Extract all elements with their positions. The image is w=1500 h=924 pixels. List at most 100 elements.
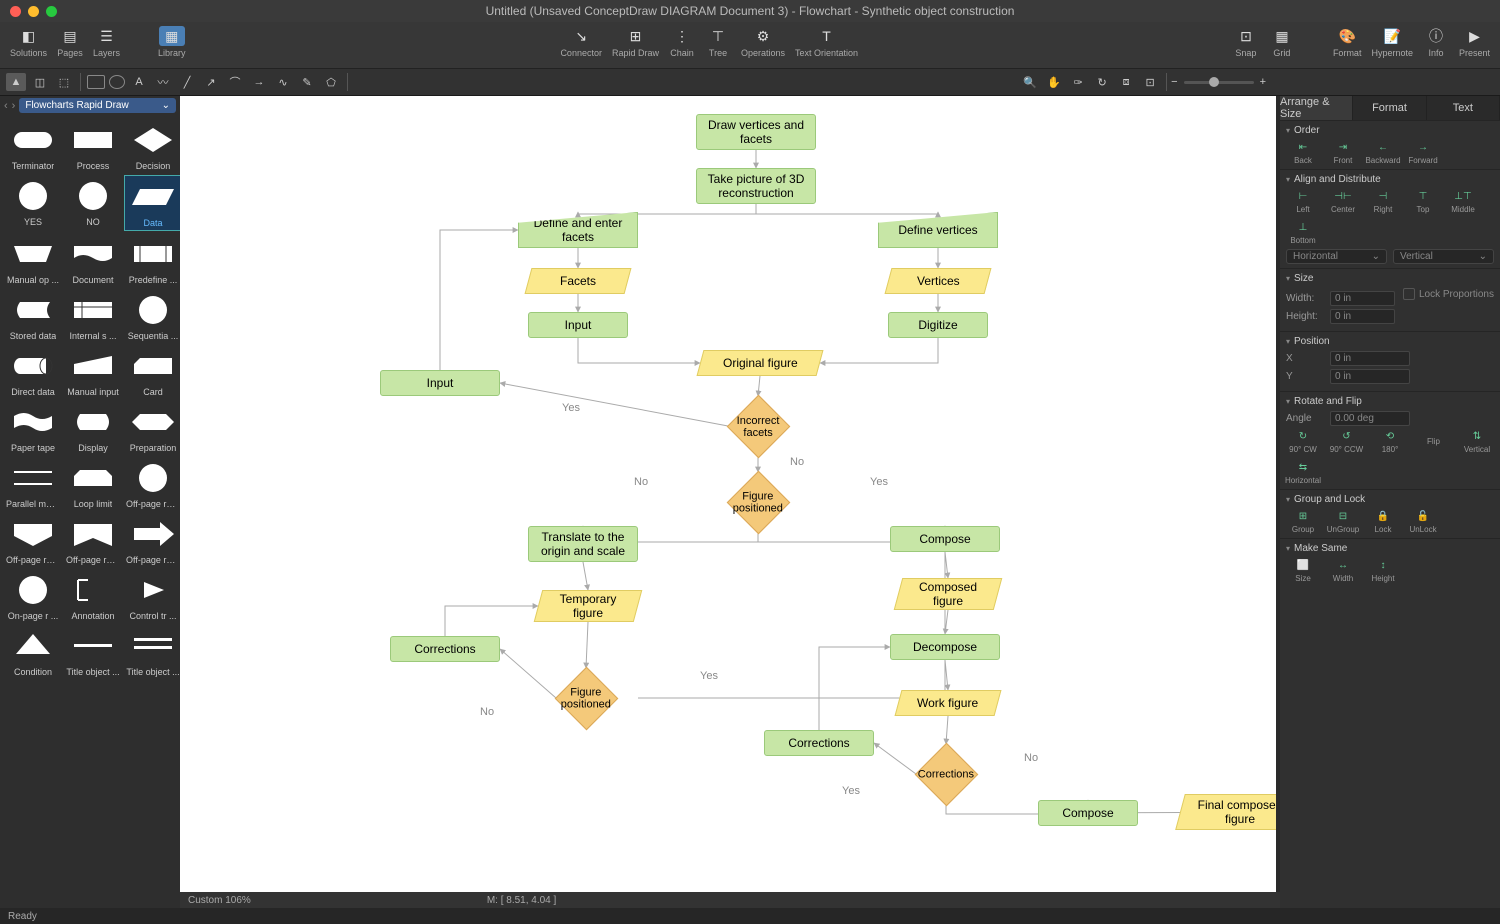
shape-decision[interactable]: Decision xyxy=(124,119,180,173)
tab-format[interactable]: Format xyxy=(1353,96,1426,120)
text-orientation-button[interactable]: TText Orientation xyxy=(791,26,862,58)
flowchart-node[interactable]: Figure positioned xyxy=(726,470,790,534)
shape-control-tr-[interactable]: Control tr ... xyxy=(124,569,180,623)
flowchart-node[interactable]: Digitize xyxy=(888,312,988,338)
distribute-vertical[interactable]: Vertical⌄ xyxy=(1393,249,1494,264)
flowchart-node[interactable]: Translate to the origin and scale xyxy=(528,526,638,562)
hand-tool[interactable]: ⬚ xyxy=(54,73,74,91)
flowchart-node[interactable]: Work figure xyxy=(895,690,1002,716)
flowchart-node[interactable]: Compose xyxy=(1038,800,1138,826)
hypernote-button[interactable]: 📝Hypernote xyxy=(1367,26,1417,58)
shape-card[interactable]: Card xyxy=(124,345,180,399)
section-position[interactable]: Position xyxy=(1286,336,1494,347)
eyedropper-tool[interactable]: ✑ xyxy=(1068,73,1088,91)
snap-button[interactable]: ⊡Snap xyxy=(1229,26,1263,58)
shape-off-page-re-[interactable]: Off-page re ... xyxy=(124,513,180,567)
unlock-button[interactable]: 🔓UnLock xyxy=(1406,509,1440,534)
flowchart-node[interactable]: Facets xyxy=(525,268,632,294)
connector-button[interactable]: ↘Connector xyxy=(556,26,606,58)
rapid-draw-button[interactable]: ⊞Rapid Draw xyxy=(608,26,663,58)
curve-tool[interactable]: ∿ xyxy=(273,73,293,91)
ungroup-button[interactable]: ⊟UnGroup xyxy=(1326,509,1360,534)
order-front[interactable]: ⇥Front xyxy=(1326,140,1360,165)
flowchart-node[interactable]: Original figure xyxy=(697,350,824,376)
flowchart-node[interactable]: Vertices xyxy=(885,268,992,294)
zoom-tool[interactable]: 🔍 xyxy=(1020,73,1040,91)
shape-sequentia-[interactable]: Sequentia ... xyxy=(124,289,180,343)
nav-back-icon[interactable]: ‹ xyxy=(4,100,8,112)
shape-off-page-re-[interactable]: Off-page re ... xyxy=(64,513,122,567)
width-input[interactable]: 0 in xyxy=(1330,291,1395,306)
chain-button[interactable]: ⋮Chain xyxy=(665,26,699,58)
flowchart-node[interactable]: Compose xyxy=(890,526,1000,552)
align-left[interactable]: ⊢Left xyxy=(1286,189,1320,214)
crop-tool[interactable]: ⧈ xyxy=(1116,73,1136,91)
select-tool[interactable]: ▲ xyxy=(6,73,26,91)
flowchart-node[interactable]: Figure positioned xyxy=(554,666,618,730)
zoom-label[interactable]: Custom 106% xyxy=(188,895,251,906)
shape-off-page-re-[interactable]: Off-page re ... xyxy=(4,513,62,567)
flowchart-node[interactable]: Input xyxy=(528,312,628,338)
connector-tool[interactable]: ↗ xyxy=(201,73,221,91)
order-back[interactable]: ⇤Back xyxy=(1286,140,1320,165)
order-forward[interactable]: →Forward xyxy=(1406,140,1440,165)
operations-button[interactable]: ⚙Operations xyxy=(737,26,789,58)
shape-preparation[interactable]: Preparation xyxy=(124,401,180,455)
layers-button[interactable]: ☰Layers xyxy=(89,26,124,58)
flowchart-node[interactable]: Take picture of 3D reconstruction xyxy=(696,168,816,204)
shape-no[interactable]: NO xyxy=(64,175,122,231)
shape-on-page-r-[interactable]: On-page r ... xyxy=(4,569,62,623)
shape-manual-input[interactable]: Manual input xyxy=(64,345,122,399)
rot-90cw[interactable]: ↻90° CW xyxy=(1286,429,1320,454)
present-button[interactable]: ▶Present xyxy=(1455,26,1494,58)
shape-manual-op-[interactable]: Manual op ... xyxy=(4,233,62,287)
shape-paper-tape[interactable]: Paper tape xyxy=(4,401,62,455)
shape-direct-data[interactable]: Direct data xyxy=(4,345,62,399)
shape-annotation[interactable]: Annotation xyxy=(64,569,122,623)
tree-button[interactable]: ⊤Tree xyxy=(701,26,735,58)
flowchart-node[interactable]: Define vertices xyxy=(878,212,998,248)
shape-internal-s-[interactable]: Internal s ... xyxy=(64,289,122,343)
group-button[interactable]: ⊞Group xyxy=(1286,509,1320,534)
align-top[interactable]: ⊤Top xyxy=(1406,189,1440,214)
lock-button[interactable]: 🔒Lock xyxy=(1366,509,1400,534)
align-middle[interactable]: ⊥⊤Middle xyxy=(1446,189,1480,214)
line-tool[interactable]: ╱ xyxy=(177,73,197,91)
rotate-tool[interactable]: ↻ xyxy=(1092,73,1112,91)
crop2-tool[interactable]: ⊡ xyxy=(1140,73,1160,91)
section-size[interactable]: Size xyxy=(1286,273,1494,284)
freehand-tool[interactable]: ✎ xyxy=(297,73,317,91)
y-input[interactable]: 0 in xyxy=(1330,369,1410,384)
flip-horizontal[interactable]: ⇆Horizontal xyxy=(1286,460,1320,485)
section-rotate[interactable]: Rotate and Flip xyxy=(1286,396,1494,407)
grid-button[interactable]: ▦Grid xyxy=(1265,26,1299,58)
shape-title-object-[interactable]: Title object ... xyxy=(64,625,122,679)
shape-loop-limit[interactable]: Loop limit xyxy=(64,457,122,511)
shape-display[interactable]: Display xyxy=(64,401,122,455)
distribute-horizontal[interactable]: Horizontal⌄ xyxy=(1286,249,1387,264)
nav-fwd-icon[interactable]: › xyxy=(12,100,16,112)
align-bottom[interactable]: ⊥Bottom xyxy=(1286,220,1320,245)
flowchart-node[interactable]: Decompose xyxy=(890,634,1000,660)
shape-off-page-re-[interactable]: Off-page re ... xyxy=(124,457,180,511)
shape-stored-data[interactable]: Stored data xyxy=(4,289,62,343)
rectangle-tool[interactable] xyxy=(87,75,105,89)
same-size[interactable]: ⬜Size xyxy=(1286,558,1320,583)
angle-input[interactable]: 0.00 deg xyxy=(1330,411,1410,426)
solutions-button[interactable]: ◧Solutions xyxy=(6,26,51,58)
flowchart-node[interactable]: Corrections xyxy=(764,730,874,756)
spline-tool[interactable]: 〰 xyxy=(153,73,173,91)
ellipse-tool[interactable] xyxy=(109,75,125,89)
library-button[interactable]: ▦Library xyxy=(154,26,190,58)
shape-predefine-[interactable]: Predefine ... xyxy=(124,233,180,287)
x-input[interactable]: 0 in xyxy=(1330,351,1410,366)
section-make-same[interactable]: Make Same xyxy=(1286,543,1494,554)
height-input[interactable]: 0 in xyxy=(1330,309,1395,324)
flowchart-node[interactable]: Temporary figure xyxy=(534,590,643,622)
shape-document[interactable]: Document xyxy=(64,233,122,287)
shape-parallel-mode[interactable]: Parallel mode xyxy=(4,457,62,511)
rot-180[interactable]: ⟲180° xyxy=(1373,429,1407,454)
format-button[interactable]: 🎨Format xyxy=(1329,26,1366,58)
rot-90ccw[interactable]: ↺90° CCW xyxy=(1330,429,1364,454)
shape-condition[interactable]: Condition xyxy=(4,625,62,679)
